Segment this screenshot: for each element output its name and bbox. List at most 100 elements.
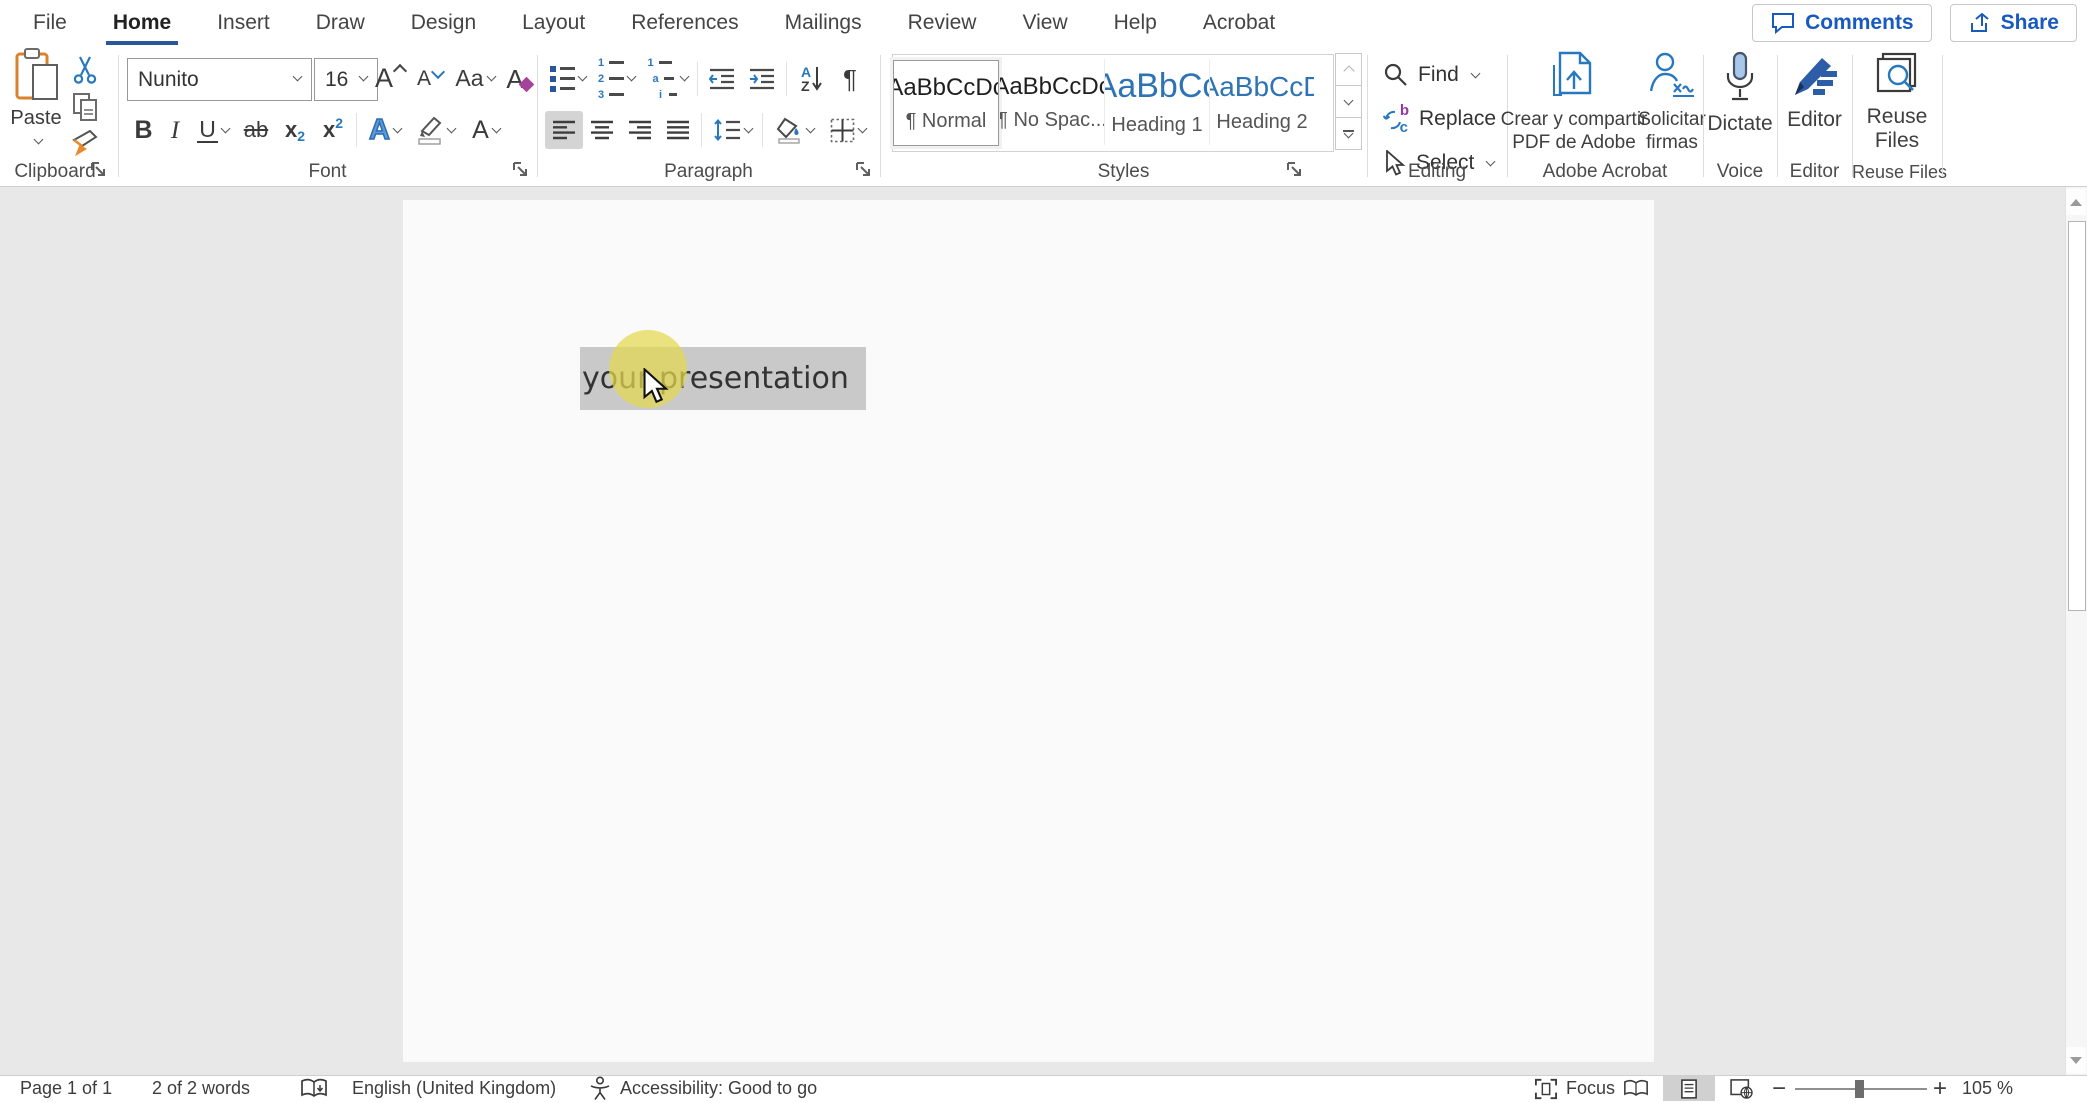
share-label: Share [2000,11,2059,34]
tab-layout[interactable]: Layout [499,0,608,45]
style-normal[interactable]: AaBbCcDc ¶ Normal [890,57,1002,149]
highlight-button[interactable] [409,111,461,149]
dictate-button[interactable]: Dictate [1703,51,1777,136]
style-heading2[interactable]: AaBbCcD Heading 2 [1209,59,1314,145]
increase-indent-button[interactable] [742,60,782,98]
reuse-files-button[interactable]: Reuse Files [1852,51,1942,153]
font-size-chevron-icon [358,71,369,82]
share-button[interactable]: Share [1949,4,2077,42]
ribbon-tab-bar: File Home Insert Draw Design Layout Refe… [0,0,2087,45]
zoom-in-button[interactable]: + [1933,1075,1947,1102]
styles-scroll-down-button[interactable] [1335,85,1362,118]
tab-design[interactable]: Design [388,0,499,45]
replace-button[interactable]: b c Replace [1383,102,1496,136]
focus-button[interactable]: Focus [1534,1076,1615,1101]
zoom-slider-handle[interactable] [1855,1080,1864,1098]
clipboard-dialog-launcher[interactable] [90,161,108,179]
show-formatting-button[interactable]: ¶ [833,60,867,98]
document-page[interactable]: your presentation [403,200,1654,1062]
vertical-scrollbar[interactable] [2065,187,2087,1075]
print-layout-icon [1681,1078,1697,1099]
copy-button[interactable] [66,90,104,124]
comments-button[interactable]: Comments [1752,4,1932,42]
decrease-indent-button[interactable] [702,60,742,98]
tab-review[interactable]: Review [885,0,1000,45]
justify-button[interactable] [659,111,697,149]
paragraph-dialog-launcher[interactable] [855,161,873,179]
styles-dialog-launcher[interactable] [1286,161,1304,179]
paste-dropdown-chevron-icon[interactable] [33,134,43,145]
tab-help[interactable]: Help [1091,0,1180,45]
text-effects-button[interactable]: A [361,111,409,149]
align-right-button[interactable] [621,111,659,149]
comment-bubble-icon [1772,13,1795,35]
shading-chevron-icon [805,123,815,133]
page-indicator[interactable]: Page 1 of 1 [20,1076,112,1101]
tab-acrobat[interactable]: Acrobat [1180,0,1298,45]
paste-button[interactable]: Paste [8,47,64,147]
highlight-chevron-icon [446,123,456,133]
line-spacing-button[interactable] [706,111,758,149]
cut-button[interactable] [66,53,104,87]
shrink-font-button[interactable]: A [411,58,449,99]
request-signatures-button[interactable]: Solicitar firmas [1638,51,1706,154]
style-no-spacing[interactable]: AaBbCcDc ¶ No Spac... [999,59,1104,145]
grow-font-button[interactable]: A [370,58,410,99]
superscript-button[interactable]: x2 [314,111,352,149]
font-color-chevron-icon [491,123,502,133]
scroll-up-button[interactable] [2066,189,2086,215]
font-color-button[interactable]: A [461,111,511,149]
tab-file[interactable]: File [10,0,90,45]
tab-references[interactable]: References [608,0,761,45]
word-count[interactable]: 2 of 2 words [152,1076,250,1101]
multilevel-list-button[interactable]: 1 a i [641,57,693,101]
web-layout-button[interactable] [1716,1076,1768,1101]
font-size-combobox[interactable]: 16 [314,58,378,101]
tab-view[interactable]: View [999,0,1090,45]
clear-formatting-button[interactable]: A [501,58,537,99]
bullet-list-icon [550,65,575,92]
language-indicator[interactable]: English (United Kingdom) [352,1076,556,1101]
strikethrough-button[interactable]: ab [236,111,276,149]
tab-draw[interactable]: Draw [293,0,388,45]
bullets-button[interactable] [545,60,591,98]
proofing-status[interactable] [300,1076,328,1101]
styles-scroll-up-button[interactable] [1335,53,1362,86]
scissors-icon [73,56,97,84]
align-center-button[interactable] [583,111,621,149]
change-case-button[interactable]: Aa [452,58,498,99]
italic-button[interactable]: I [160,111,190,149]
zoom-out-button[interactable]: − [1772,1075,1786,1102]
numbering-button[interactable]: 1 2 3 [591,57,641,101]
font-name-combobox[interactable]: Nunito [127,58,312,101]
read-mode-button[interactable] [1610,1076,1662,1101]
adobe-acrobat-group: Crear y compartir PDF de Adobe Solicitar… [1501,45,1706,186]
format-painter-button[interactable] [66,125,104,161]
align-left-button[interactable] [545,111,583,149]
styles-gallery-expand-button[interactable] [1335,117,1362,150]
proofing-book-icon [301,1078,327,1097]
paste-label: Paste [10,107,62,129]
style-heading1[interactable]: AaBbCc Heading 1 [1104,59,1209,145]
underline-chevron-icon [220,123,231,133]
print-layout-button[interactable] [1663,1076,1715,1101]
create-share-pdf-button[interactable]: Crear y compartir PDF de Adobe [1501,51,1647,154]
subscript-button[interactable]: x2 [276,111,314,149]
borders-button[interactable] [821,111,875,149]
bold-button[interactable]: B [127,111,160,149]
tab-mailings[interactable]: Mailings [762,0,885,45]
tab-home[interactable]: Home [90,0,194,45]
find-button[interactable]: Find [1383,59,1481,91]
accessibility-icon-wrap[interactable] [588,1076,612,1101]
sort-button[interactable]: A Z [791,60,833,98]
zoom-level[interactable]: 105 % [1962,1076,2013,1101]
shading-button[interactable] [767,111,821,149]
scrollbar-thumb[interactable] [2068,221,2086,611]
font-dialog-launcher[interactable] [512,161,530,179]
underline-button[interactable]: U [190,111,236,149]
tab-insert[interactable]: Insert [194,0,293,45]
accessibility-status[interactable]: Accessibility: Good to go [620,1076,817,1101]
editor-button[interactable]: Editor [1777,51,1852,132]
zoom-slider[interactable] [1795,1080,1927,1098]
scroll-down-button[interactable] [2066,1047,2086,1073]
